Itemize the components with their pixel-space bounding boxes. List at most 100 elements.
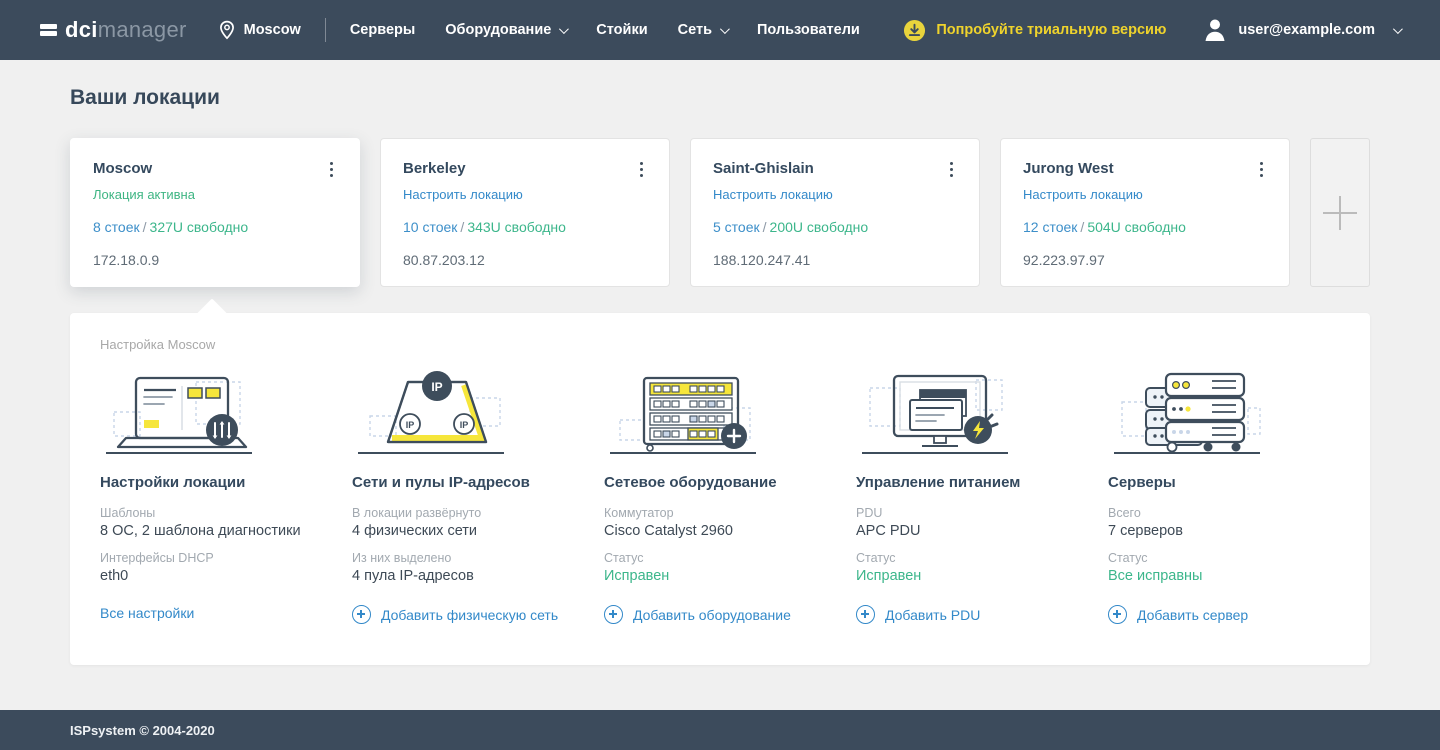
menu-label: Стойки: [596, 22, 648, 38]
capacity-separator: /: [1080, 219, 1085, 235]
add-physical-network-link[interactable]: Добавить физическую сеть: [352, 605, 584, 624]
main-content: Ваши локации Moscow Локация активна 8 ст…: [0, 60, 1440, 710]
location-capacity: 10 стоек/343U свободно: [403, 219, 647, 235]
row-label: PDU: [856, 506, 883, 520]
status-value: Исправен: [604, 568, 670, 584]
user-avatar-icon: [1205, 19, 1225, 41]
row-label: Статус: [856, 551, 896, 565]
racks-count-link[interactable]: 10 стоек: [403, 219, 457, 235]
kebab-menu-icon[interactable]: [1256, 160, 1267, 179]
section-title: Настройки локации: [100, 474, 246, 491]
location-card-saint-ghislain[interactable]: Saint-Ghislain Настроить локацию 5 стоек…: [690, 138, 980, 287]
location-ip: 80.87.203.12: [403, 252, 485, 268]
plus-circle-icon: [604, 605, 623, 624]
chevron-down-icon: [559, 23, 570, 34]
row-value: APC PDU: [856, 523, 921, 539]
location-capacity: 8 стоек/327U свободно: [93, 219, 337, 235]
section-power-management: Управление питанием PDU APC PDU Статус И…: [856, 366, 1088, 624]
section-title: Сети и пулы IP-адресов: [352, 474, 530, 491]
trial-label: Попробуйте триальную версию: [936, 22, 1167, 38]
action-label: Добавить сервер: [1137, 606, 1249, 623]
section-title: Сетевое оборудование: [604, 474, 777, 491]
add-pdu-link[interactable]: Добавить PDU: [856, 605, 1088, 624]
user-email: user@example.com: [1238, 22, 1375, 38]
plus-icon: [1323, 195, 1357, 230]
row-label: Из них выделено: [352, 551, 452, 565]
free-units: 327U свободно: [149, 219, 249, 235]
ip-pool-illustration: IP IP IP: [352, 366, 584, 456]
section-location-settings: Настройки локации Шаблоны 8 ОС, 2 шаблон…: [100, 366, 332, 624]
action-label: Добавить оборудование: [633, 606, 791, 623]
row-value: 4 физических сети: [352, 523, 478, 539]
location-ip: 188.120.247.41: [713, 252, 811, 268]
location-card-moscow[interactable]: Moscow Локация активна 8 стоек/327U своб…: [70, 138, 360, 287]
top-navbar: dcimanager Moscow Серверы Оборудование С…: [0, 0, 1440, 60]
action-label: Все настройки: [100, 605, 195, 621]
setup-location-link[interactable]: Настроить локацию: [403, 187, 647, 202]
menu-item-users[interactable]: Пользователи: [757, 22, 860, 38]
menu-label: Оборудование: [445, 22, 552, 38]
menu-item-network[interactable]: Сеть: [677, 22, 730, 38]
location-name: Jurong West: [1023, 160, 1114, 177]
menu-label: Сеть: [677, 22, 712, 38]
menu-item-servers[interactable]: Серверы: [350, 22, 415, 38]
kebab-menu-icon[interactable]: [326, 160, 337, 179]
add-server-link[interactable]: Добавить сервер: [1108, 605, 1340, 624]
dcimanager-logo[interactable]: dcimanager: [40, 17, 187, 43]
logo-text-bold: dci: [65, 17, 98, 42]
section-network-equipment: Сетевое оборудование Коммутатор Cisco Ca…: [604, 366, 836, 624]
row-label: Шаблоны: [100, 506, 156, 520]
trial-banner[interactable]: Попробуйте триальную версию: [903, 19, 1166, 42]
status-value: Исправен: [856, 568, 922, 584]
capacity-separator: /: [142, 219, 147, 235]
copyright-text: ISPsystem © 2004-2020: [70, 722, 215, 738]
add-location-button[interactable]: [1310, 138, 1370, 287]
menu-label: Серверы: [349, 22, 416, 38]
menu-item-racks[interactable]: Стойки: [596, 22, 647, 38]
racks-count-link[interactable]: 5 стоек: [713, 219, 760, 235]
all-settings-link[interactable]: Все настройки: [100, 605, 332, 621]
logo-text-light: manager: [97, 17, 187, 42]
location-status: Локация активна: [93, 187, 195, 202]
row-label: Коммутатор: [604, 506, 674, 520]
main-menu: Серверы Оборудование Стойки Сеть Пользов…: [350, 22, 860, 38]
free-units: 200U свободно: [769, 219, 869, 235]
download-icon: [904, 19, 926, 41]
location-switcher[interactable]: Moscow: [219, 20, 301, 40]
free-units: 343U свободно: [467, 219, 566, 235]
svg-text:IP: IP: [460, 420, 469, 430]
capacity-separator: /: [460, 219, 465, 235]
location-name: Moscow: [93, 160, 153, 177]
laptop-settings-illustration: [100, 366, 332, 456]
user-menu[interactable]: user@example.com: [1202, 17, 1403, 43]
plus-circle-icon: [352, 605, 371, 624]
location-capacity: 12 стоек/504U свободно: [1023, 219, 1267, 235]
row-value: 7 серверов: [1108, 523, 1183, 539]
footer: ISPsystem © 2004-2020: [0, 710, 1440, 750]
row-label: Интерфейсы DHCP: [100, 551, 214, 565]
location-card-berkeley[interactable]: Berkeley Настроить локацию 10 стоек/343U…: [380, 138, 670, 287]
racks-count-link[interactable]: 8 стоек: [93, 219, 140, 235]
location-ip: 92.223.97.97: [1023, 252, 1105, 268]
location-card-jurong-west[interactable]: Jurong West Настроить локацию 12 стоек/5…: [1000, 138, 1290, 287]
add-equipment-link[interactable]: Добавить оборудование: [604, 605, 836, 624]
setup-location-link[interactable]: Настроить локацию: [1023, 187, 1267, 202]
row-label: Всего: [1108, 506, 1141, 520]
row-value: Cisco Catalyst 2960: [604, 523, 733, 539]
chevron-down-icon: [1392, 23, 1403, 34]
row-value: 8 ОС, 2 шаблона диагностики: [100, 523, 301, 539]
current-location-label: Moscow: [243, 22, 301, 38]
section-title: Управление питанием: [856, 474, 1021, 491]
power-management-illustration: [856, 366, 1088, 456]
plus-circle-icon: [1108, 605, 1127, 624]
menu-item-equipment[interactable]: Оборудование: [445, 22, 570, 38]
racks-count-link[interactable]: 12 стоек: [1023, 219, 1077, 235]
location-cards: Moscow Локация активна 8 стоек/327U своб…: [70, 138, 1370, 287]
svg-text:IP: IP: [431, 380, 442, 394]
svg-text:IP: IP: [406, 420, 415, 430]
kebab-menu-icon[interactable]: [636, 160, 647, 179]
setup-location-link[interactable]: Настроить локацию: [713, 187, 957, 202]
kebab-menu-icon[interactable]: [946, 160, 957, 179]
location-detail-panel: Настройка Moscow Настройки локации Шабло…: [70, 313, 1370, 665]
row-label: Статус: [604, 551, 644, 565]
